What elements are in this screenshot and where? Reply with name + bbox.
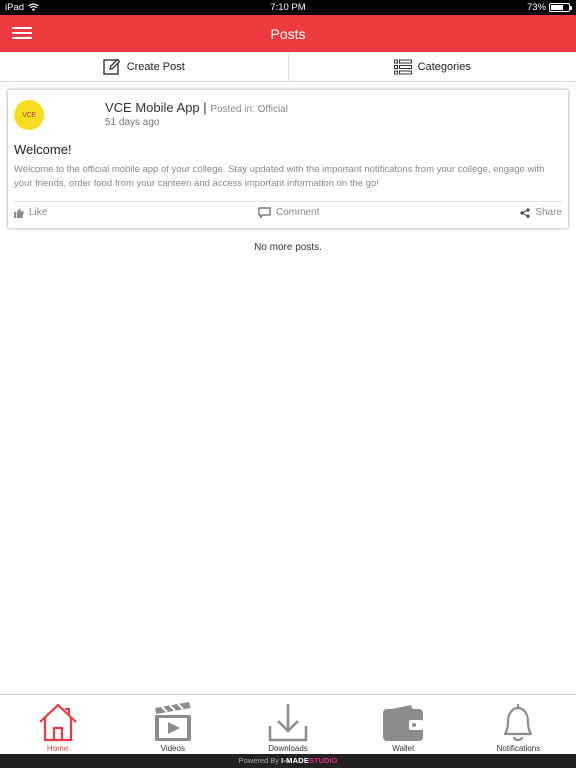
posted-in: Posted in: Official <box>210 104 288 115</box>
tab-wallet-label: Wallet <box>392 744 415 753</box>
tab-home[interactable]: Home <box>0 695 115 754</box>
like-button[interactable]: Like <box>14 207 47 218</box>
post-timestamp: 51 days ago <box>105 117 160 128</box>
tab-notifications[interactable]: Notifications <box>461 695 576 754</box>
status-bar: iPad 7:10 PM 73% <box>0 0 576 15</box>
powered-by-text: Powered By <box>238 756 280 765</box>
comment-icon <box>258 207 271 218</box>
create-post-label: Create Post <box>126 60 185 73</box>
post-action-row: Like Comment Share <box>8 207 568 223</box>
author-name[interactable]: VCE Mobile App <box>105 100 200 115</box>
tab-wallet[interactable]: Wallet <box>346 695 461 754</box>
author-separator: | <box>203 100 207 115</box>
bottom-tab-bar: Home Videos Downloads Wallet Notificatio… <box>0 694 576 754</box>
create-post-button[interactable]: Create Post <box>0 52 289 81</box>
post-card: VCE VCE Mobile App | Posted in: Official… <box>8 90 568 228</box>
share-button[interactable]: Share <box>520 207 562 218</box>
tab-home-label: Home <box>46 744 69 753</box>
comment-label: Comment <box>276 207 320 218</box>
tab-notifications-label: Notifications <box>496 744 541 753</box>
brand-name: I-MADE <box>281 756 310 765</box>
categories-button[interactable]: Categories <box>289 52 576 81</box>
powered-by-footer: Powered By I-MADESTUDIO <box>0 754 576 768</box>
categories-label: Categories <box>417 60 471 73</box>
battery-icon <box>549 3 572 12</box>
comment-button[interactable]: Comment <box>258 207 319 218</box>
tab-videos[interactable]: Videos <box>115 695 230 754</box>
page-title: Posts <box>270 26 306 42</box>
post-actions-bar: Create Post Categories <box>0 52 576 82</box>
no-more-posts: No more posts. <box>254 242 322 253</box>
divider <box>14 201 562 202</box>
battery-percent: 73% <box>526 2 546 13</box>
thumbs-up-icon <box>14 208 24 218</box>
avatar[interactable]: VCE <box>14 100 44 130</box>
post-body: Welcome to the official mobile app of yo… <box>14 164 545 189</box>
share-icon <box>520 207 530 218</box>
bell-icon <box>504 704 533 742</box>
post-title: Welcome! <box>14 142 72 157</box>
app-header: Posts <box>0 15 576 52</box>
like-label: Like <box>29 207 48 218</box>
list-icon <box>393 59 412 74</box>
tab-downloads-label: Downloads <box>268 744 308 753</box>
tab-downloads[interactable]: Downloads <box>230 695 345 754</box>
brand-suffix: STUDIO <box>309 756 338 765</box>
edit-icon <box>103 58 121 75</box>
share-label: Share <box>535 207 562 218</box>
wallet-icon <box>383 705 424 741</box>
tab-videos-label: Videos <box>160 744 185 753</box>
clapperboard-icon <box>154 702 191 741</box>
post-author: VCE Mobile App | Posted in: Official <box>105 100 288 115</box>
clock: 7:10 PM <box>270 2 306 13</box>
download-icon <box>268 704 308 742</box>
home-icon <box>38 703 77 742</box>
